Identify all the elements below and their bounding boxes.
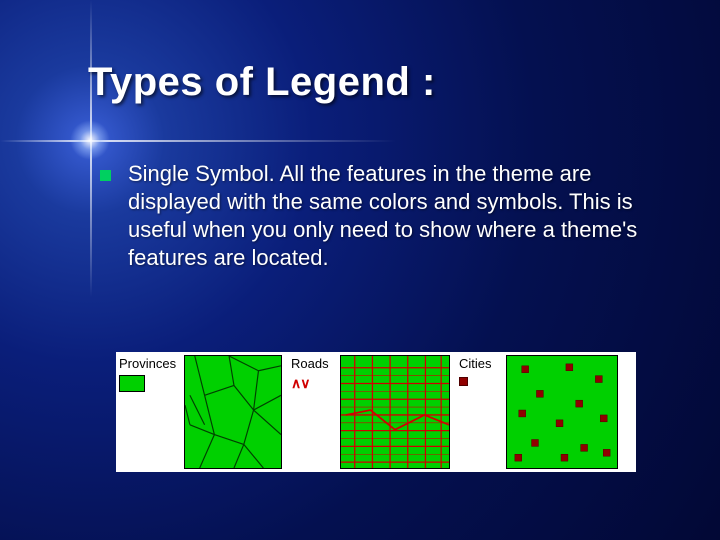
slide-title: Types of Legend :	[88, 60, 436, 105]
roads-panel	[340, 355, 450, 469]
legend-strip: Provinces Roads ∧∨	[116, 352, 636, 472]
cities-label: Cities	[459, 356, 503, 371]
roads-label: Roads	[291, 356, 337, 371]
bullet-text: Single Symbol. All the features in the t…	[128, 160, 658, 273]
roads-pattern-icon	[341, 356, 449, 468]
provinces-label: Provinces	[119, 356, 181, 371]
cities-label-col: Cities	[456, 352, 506, 472]
bullet-icon	[100, 170, 111, 181]
provinces-label-col: Provinces	[116, 352, 184, 472]
cities-panel	[506, 355, 618, 469]
provinces-swatch	[119, 375, 145, 392]
lens-flare-core	[70, 120, 110, 160]
cities-swatch-icon	[459, 377, 468, 386]
provinces-pattern-icon	[185, 356, 281, 468]
roads-swatch-icon: ∧∨	[291, 375, 337, 392]
lens-flare-horizontal	[0, 140, 720, 142]
roads-label-col: Roads ∧∨	[288, 352, 340, 472]
provinces-panel	[184, 355, 282, 469]
cities-pattern-icon	[507, 356, 617, 468]
